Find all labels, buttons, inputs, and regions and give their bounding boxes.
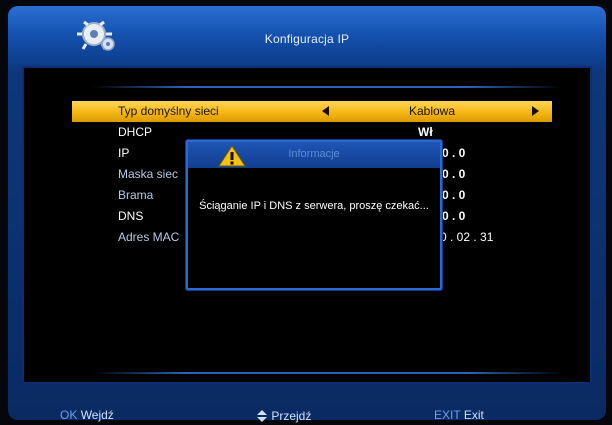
menu-row-network-type[interactable]: Typ domyślny sieci Kablowa [72, 101, 552, 122]
screen: Konfiguracja IP Typ domyślny sieci Kablo… [0, 0, 612, 425]
row-value: Kablowa [408, 104, 456, 118]
row-label: Typ domyślny sieci [118, 104, 219, 118]
ok-key: OK [60, 408, 78, 422]
page-title: Konfiguracja IP [264, 32, 350, 46]
row-value: 0 . 0 [442, 146, 466, 160]
bottom-divider [92, 372, 562, 374]
row-label: IP [118, 146, 130, 160]
dialog-title: Informacje [288, 148, 340, 160]
dialog-title-bar: Informacje [188, 142, 440, 168]
ok-label: Wejdź [80, 408, 114, 422]
up-down-icon [257, 410, 267, 422]
ok-hint: OK Wejdź [60, 408, 114, 422]
footer-help-bar: OK Wejdź Przejdź EXIT Exit [0, 400, 612, 425]
row-value: 0 . 0 [442, 188, 466, 202]
top-divider [92, 86, 562, 88]
navigate-hint: Przejdź [256, 408, 311, 423]
row-label: DHCP [118, 125, 153, 139]
exit-label: Exit [463, 408, 484, 422]
exit-key: EXIT [434, 408, 461, 422]
row-label: Maska siec [118, 167, 179, 181]
info-dialog: Informacje Ściąganie IP i DNS z serwera,… [186, 140, 442, 290]
navigate-label: Przejdź [271, 409, 312, 423]
dialog-message: Ściąganie IP i DNS z serwera, proszę cze… [199, 200, 429, 212]
row-value: 0 . 0 [442, 167, 466, 181]
row-label: DNS [118, 209, 144, 223]
row-label: Adres MAC [118, 230, 180, 244]
row-value: )0 . 02 . 31 [436, 230, 494, 244]
row-label: Brama [118, 188, 154, 202]
exit-hint: EXIT Exit [434, 408, 484, 422]
row-value: 0 . 0 [442, 209, 466, 223]
right-arrow-icon[interactable] [532, 106, 539, 116]
left-arrow-icon[interactable] [322, 106, 329, 116]
title-bar: Konfiguracja IP [8, 6, 606, 68]
